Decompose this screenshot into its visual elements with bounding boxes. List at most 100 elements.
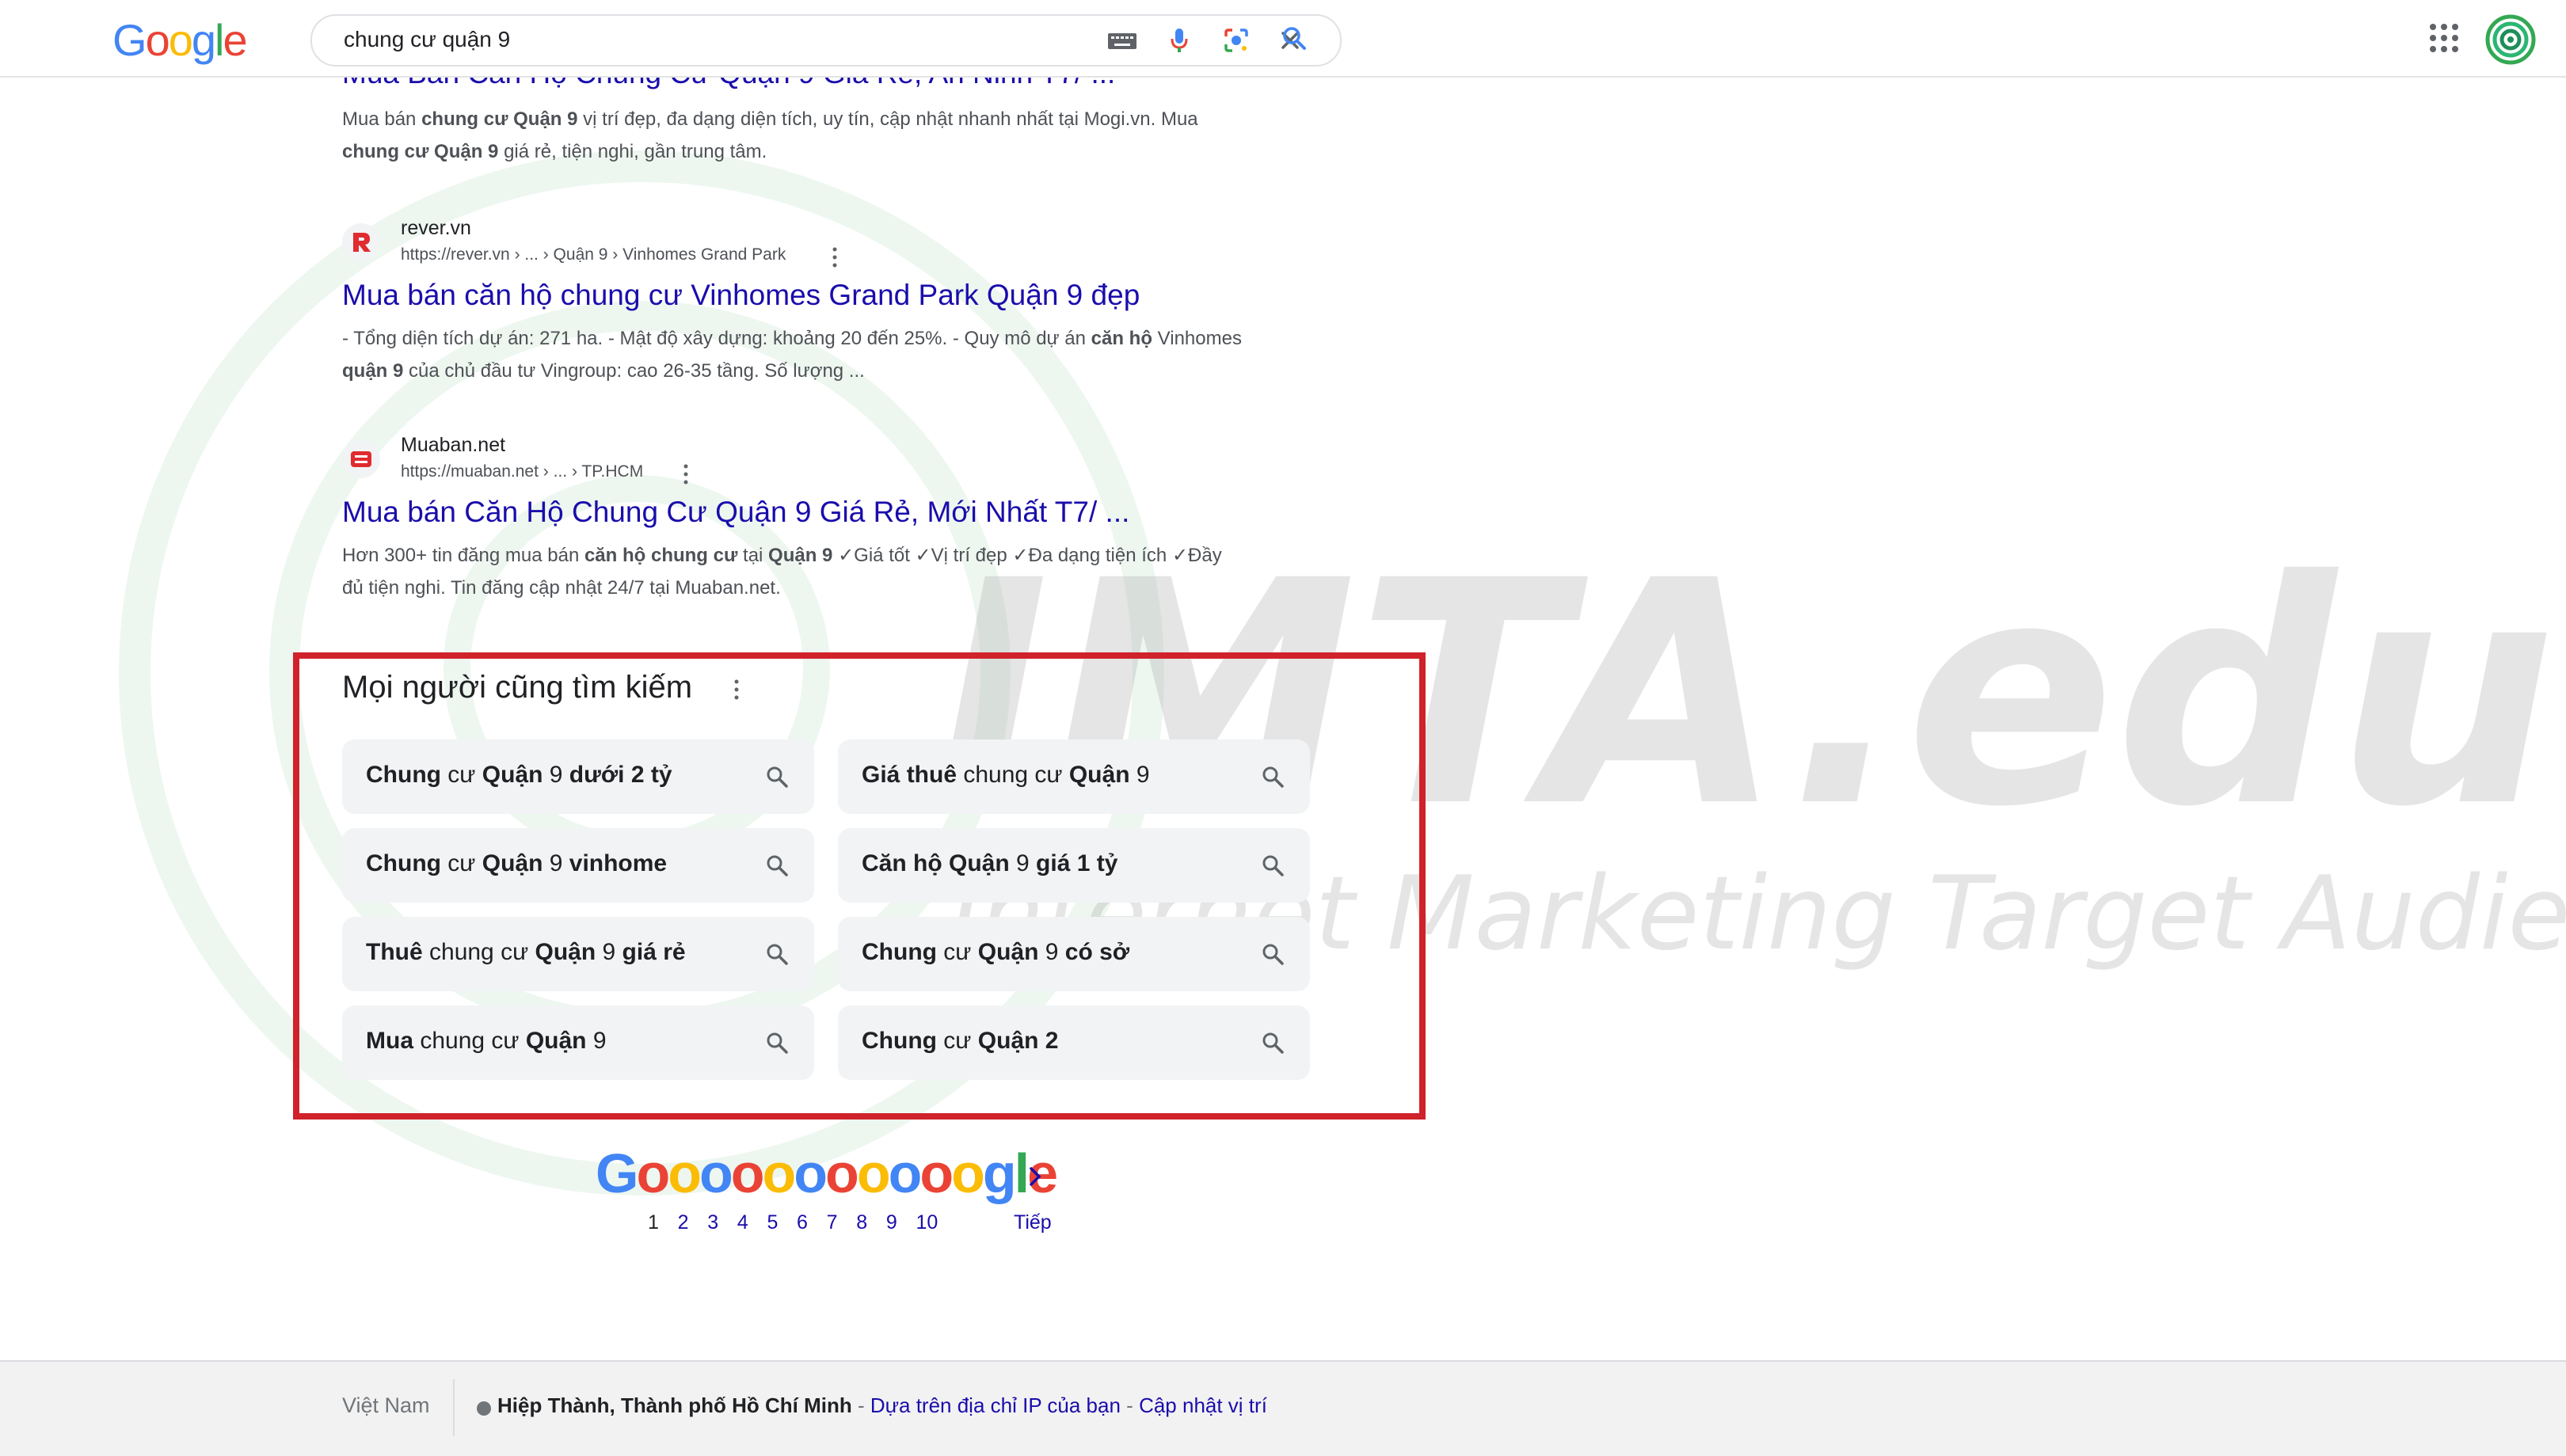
muaban-favicon-icon [342,440,380,478]
more-options-icon[interactable] [732,678,741,701]
lens-icon[interactable] [1218,22,1254,59]
result-title-link[interactable]: Mua bán căn hộ chung cư Vinhomes Grand P… [342,279,1140,312]
related-search-chip[interactable]: Giá thuê chung cư Quận 9 [838,739,1310,814]
page-link-5[interactable]: 5 [760,1211,784,1234]
snippet-text: của chủ đầu tư Vingroup: cao 26-35 tầng.… [403,360,865,382]
footer-location: Hiệp Thành, Thành phố Hồ Chí Minh - Dựa … [497,1393,1267,1418]
microphone-icon[interactable] [1161,22,1197,59]
apps-grid-icon[interactable] [2427,21,2461,55]
related-search-label: Chung cư Quận 9 có sở [862,939,1129,966]
snippet-bold-text: chung cư Quận 9 [342,141,499,162]
search-input[interactable]: chung cư quận 9 [344,27,510,52]
logo-letter: G [112,15,147,65]
related-search-text: chung cư [422,939,535,965]
next-page-link[interactable]: Tiếp [1014,1211,1052,1234]
related-search-chip[interactable]: Mua chung cư Quận 9 [342,1006,814,1080]
related-search-bold-text: Quận [535,939,596,965]
result-url: https://rever.vn › ... › Quận 9 › Vinhom… [401,245,786,264]
next-arrow-icon[interactable] [1023,1162,1047,1191]
snippet-text: Hơn 300+ tin đăng mua bán [342,545,584,566]
related-search-text: chung cư [957,762,1069,788]
related-search-bold-text: Quận [482,762,543,788]
page-link-6[interactable]: 6 [790,1211,814,1234]
logo-letter: l [215,15,225,65]
pagination-logo-letter: g [982,1142,1017,1204]
related-search-chip[interactable]: Chung cư Quận 9 dưới 2 tỷ [342,739,814,814]
page-link-10[interactable]: 10 [909,1211,944,1234]
related-search-label: Thuê chung cư Quận 9 giá rẻ [366,939,686,966]
pagination-logo-letter: o [762,1142,797,1204]
search-icon [765,765,789,789]
related-search-text: 9 [1038,939,1065,965]
footer-ip-link[interactable]: Dựa trên địa chỉ IP của bạn [870,1393,1121,1417]
related-search-chip[interactable]: Chung cư Quận 9 có sở [838,917,1310,991]
page-link-8[interactable]: 8 [850,1211,874,1234]
related-search-text: cư [440,762,482,788]
pagination-logo-letter: o [888,1142,923,1204]
result-site-name: rever.vn [401,217,471,239]
result-url: https://muaban.net › ... › TP.HCM [401,462,644,481]
snippet-bold-text: quận 9 [342,360,404,382]
pagination-logo-letter: o [668,1142,702,1204]
page-link-7[interactable]: 7 [820,1211,844,1234]
related-search-label: Chung cư Quận 2 [862,1028,1058,1055]
result-site-name: Muaban.net [401,434,506,456]
search-submit-icon[interactable] [1280,24,1308,56]
related-search-bold-text: Quận [525,1028,587,1054]
pagination-logo-letter: o [919,1142,954,1204]
page-link-2[interactable]: 2 [672,1211,695,1234]
snippet-text: Mua bán [342,108,422,130]
snippet-bold-text: Quận 9 [768,545,833,566]
pagination-logo-letter: o [794,1142,828,1204]
search-box[interactable]: chung cư quận 9 [310,14,1342,67]
related-search-bold-text: Chung [862,939,937,965]
pagination-logo-letter: o [699,1142,733,1204]
more-options-icon[interactable] [681,462,691,486]
search-icon [765,853,789,877]
search-icon [1261,853,1285,877]
related-search-bold-text: Chung [366,850,441,876]
location-dot-icon [477,1401,491,1416]
footer: Việt Nam Hiệp Thành, Thành phố Hồ Chí Mi… [0,1360,2566,1456]
page-link-4[interactable]: 4 [731,1211,755,1234]
related-search-label: Mua chung cư Quận 9 [366,1028,607,1055]
page-link-3[interactable]: 3 [701,1211,725,1234]
related-search-bold-text: giá 1 tỷ [1036,850,1118,876]
keyboard-icon[interactable] [1104,22,1140,59]
related-search-bold-text: có sở [1064,939,1130,965]
related-search-label: Chung cư Quận 9 dưới 2 tỷ [366,762,672,789]
snippet-text: Vinhomes [1152,328,1242,349]
result-snippet: - Tổng diện tích dự án: 271 ha. - Mật độ… [342,322,1245,387]
related-search-text: chung cư [413,1028,526,1054]
pagination-logo-letter: o [951,1142,985,1204]
related-search-chip[interactable]: Chung cư Quận 9 vinhome [342,828,814,903]
search-icon [1261,942,1285,966]
google-logo[interactable]: Google [112,14,248,66]
more-options-icon[interactable] [830,245,839,269]
related-search-text: 9 [586,1028,607,1054]
related-search-chip[interactable]: Chung cư Quận 2 [838,1006,1310,1080]
related-search-text: cư [936,1028,978,1054]
people-also-search-title: Mọi người cũng tìm kiếm [342,670,693,705]
result-title-link[interactable]: Mua bán Căn Hộ Chung Cư Quận 9 Giá Rẻ, M… [342,496,1129,529]
search-icon [1261,765,1285,789]
related-search-bold-text: Quận [482,850,543,876]
logo-letter: g [191,15,216,65]
footer-divider [453,1379,455,1436]
snippet-text: giá rẻ, tiện nghi, gần trung tâm. [498,141,767,162]
related-search-chip[interactable]: Thuê chung cư Quận 9 giá rẻ [342,917,814,991]
related-search-text: 9 [1009,850,1037,876]
logo-letter: o [145,15,170,65]
related-search-label: Giá thuê chung cư Quận 9 [862,762,1150,789]
related-search-bold-text: Chung [366,762,441,788]
footer-update-location-link[interactable]: Cập nhật vị trí [1139,1393,1267,1417]
profile-avatar-icon[interactable] [2485,14,2536,65]
page-link-9[interactable]: 9 [880,1211,904,1234]
footer-dash: - [1120,1393,1140,1417]
snippet-text: tại [737,545,769,566]
related-search-bold-text: vinhome [569,850,668,876]
related-search-bold-text: Giá thuê [862,762,957,788]
pagination-logo-letter: o [636,1142,670,1204]
logo-letter: o [168,15,193,65]
related-search-chip[interactable]: Căn hộ Quận 9 giá 1 tỷ [838,828,1310,903]
